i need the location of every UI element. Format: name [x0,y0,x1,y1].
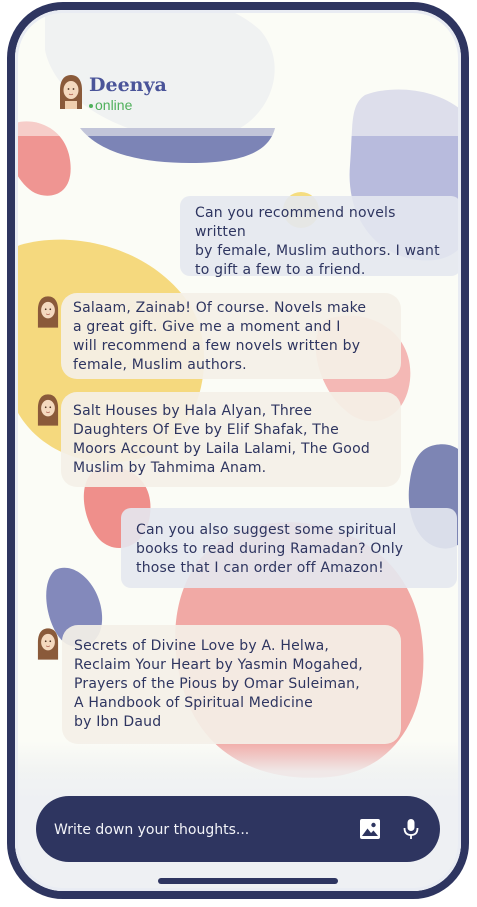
logo-avatar-icon [60,75,82,109]
phone-frame: Deenya online Can you recommend novels w… [7,2,469,899]
app-name: Deenya [89,74,167,96]
message-bot-1: Salaam, Zainab! Of course. Novels make a… [61,293,401,379]
bot-avatar-icon [37,296,59,328]
app-header: Deenya online [59,74,167,113]
message-input[interactable] [52,796,346,864]
message-composer [36,796,440,864]
message-user-2: Can you also suggest some spiritual book… [121,508,457,588]
bot-avatar-icon [37,628,59,660]
online-status: online [89,97,167,113]
message-user-1: Can you recommend novels written by fema… [180,196,461,278]
home-indicator [158,878,338,884]
message-bot-3: Secrets of Divine Love by A. Helwa, Recl… [62,625,401,744]
bot-avatar-icon [37,394,59,426]
online-dot-icon [89,104,93,109]
message-bot-2: Salt Houses by Hala Alyan, Three Daughte… [61,392,401,487]
microphone-icon[interactable] [400,818,422,840]
online-status-label: online [95,97,133,113]
image-icon[interactable] [359,818,381,840]
header-band [15,10,461,136]
